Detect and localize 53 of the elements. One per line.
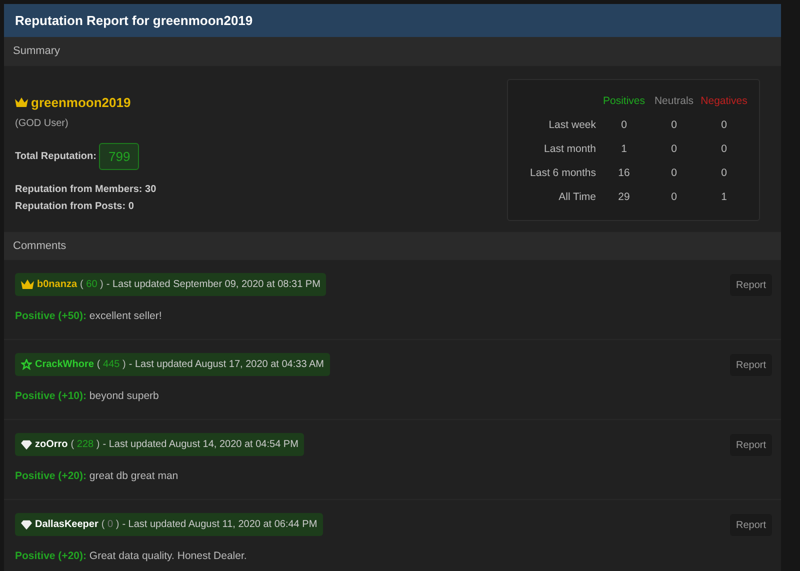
commenter-reputation: ( 228 ): [70, 438, 100, 452]
reputation-line: Reputation from Members: 30: [15, 183, 156, 197]
commenter-name[interactable]: b0nanza: [37, 277, 78, 292]
reputation-line: Reputation from Posts: 0: [15, 200, 135, 214]
update-time: - Last updated August 17, 2020 at 04:33 AM: [128, 358, 324, 372]
report-button[interactable]: Report: [730, 354, 772, 376]
count-cell: 0: [671, 142, 677, 155]
commenter-name[interactable]: DallasKeeper: [35, 517, 98, 532]
count-cell: 0: [721, 166, 727, 179]
column-header: Neutrals: [654, 95, 694, 107]
reputation-badge: 799: [99, 142, 140, 170]
total-label: Total Reputation:: [15, 150, 96, 164]
period-label: Last 6 months: [530, 166, 596, 179]
update-time: - Last updated August 11, 2020 at 06:44 PM: [122, 518, 318, 532]
update-time: - Last updated September 09, 2020 at 08:31 PM: [106, 278, 320, 292]
column-header: Positives: [602, 95, 645, 107]
diamond-icon: [21, 520, 32, 530]
section-title: Summary: [13, 44, 60, 60]
commenter-reputation: ( 0 ): [101, 518, 120, 532]
comment-text: Positive (+20): great db great man: [15, 469, 180, 484]
username[interactable]: greenmoon2019: [31, 93, 131, 112]
count-cell: 0: [671, 166, 677, 179]
commenter-reputation: ( 445 ): [96, 358, 126, 372]
comment-text: Positive (+50): excellent seller!: [15, 309, 163, 324]
period-label: Last month: [544, 142, 596, 155]
count-cell: 0: [621, 118, 627, 131]
count-cell: 0: [671, 118, 677, 131]
crown-icon: [15, 97, 28, 108]
star-icon: [21, 359, 32, 370]
count-cell: 0: [671, 190, 677, 203]
update-time: - Last updated August 14, 2020 at 04:54 PM: [102, 438, 298, 452]
report-button[interactable]: Report: [730, 274, 772, 296]
comment-text: Positive (+10): beyond superb: [15, 389, 160, 404]
diamond-icon: [21, 440, 32, 450]
section-title: Comments: [13, 238, 66, 254]
comment-text: Positive (+20): Great data quality. Honest Dealer.: [15, 549, 248, 564]
crown-icon: [21, 279, 34, 290]
report-button[interactable]: Report: [730, 434, 772, 456]
report-button[interactable]: Report: [730, 514, 772, 536]
commenter-name[interactable]: zoOrro: [35, 437, 68, 452]
column-header: Negatives: [700, 95, 748, 107]
count-cell: 29: [618, 190, 630, 203]
count-cell: 16: [618, 166, 630, 179]
commenter-name[interactable]: CrackWhore: [35, 357, 94, 372]
report-title: Reputation Report for greenmoon2019: [15, 12, 253, 30]
user-rank: (GOD User): [15, 116, 70, 130]
count-cell: 1: [721, 190, 727, 203]
count-cell: 0: [721, 142, 727, 155]
count-cell: 1: [621, 142, 627, 155]
count-cell: 0: [721, 118, 727, 131]
commenter-reputation: ( 60 ): [80, 278, 104, 292]
period-label: All Time: [558, 190, 596, 203]
period-label: Last week: [548, 118, 596, 131]
